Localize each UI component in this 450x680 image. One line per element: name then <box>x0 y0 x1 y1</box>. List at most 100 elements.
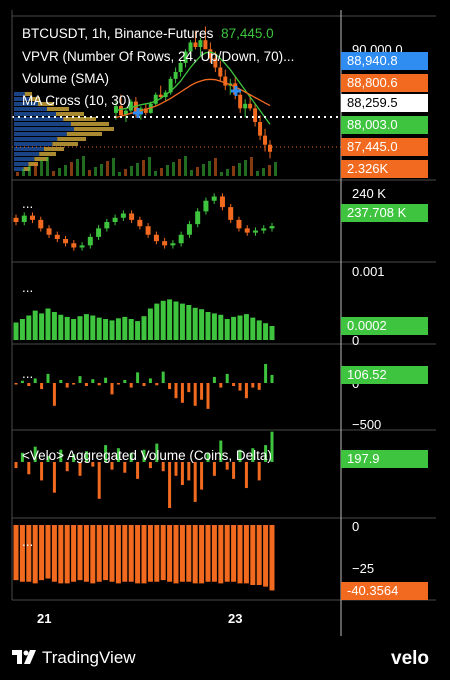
volume-bar <box>172 162 175 176</box>
pane6-bar <box>160 525 166 581</box>
pane3-bar <box>231 316 237 340</box>
pane4-bar <box>193 383 197 406</box>
volume-bar <box>40 160 43 176</box>
pane6-bar <box>39 525 45 581</box>
pane3-axis-top: 0.001 <box>352 264 385 279</box>
pane3-bar <box>243 314 249 340</box>
pane5-bar <box>52 462 56 493</box>
pane2-candle <box>54 234 60 239</box>
pane6-bar <box>103 525 109 581</box>
pane6-bar <box>186 525 192 582</box>
pane2-candle <box>120 213 126 218</box>
pane6-bar <box>64 525 70 584</box>
vpvr-row-up <box>14 127 74 131</box>
pane2-candle <box>228 207 234 220</box>
pane6-bar <box>243 525 249 584</box>
pane3-bar <box>147 308 153 340</box>
volume-sma-label[interactable]: Volume (SMA) <box>22 71 109 86</box>
volume-bar <box>202 164 205 176</box>
pane6-bar <box>83 525 89 582</box>
pane5-bar <box>110 462 114 470</box>
pane2-candle <box>211 196 217 201</box>
pane6-bar <box>71 525 77 582</box>
pane4-bar <box>52 383 56 406</box>
velo-wordmark[interactable]: velo <box>391 648 429 670</box>
volume-bar <box>160 168 163 176</box>
volume-bar <box>244 160 247 176</box>
vpvr-row-up <box>14 162 29 166</box>
vpvr-row-up <box>14 132 67 136</box>
time-tick-21: 21 <box>37 611 52 626</box>
pane3-bar <box>141 316 147 340</box>
pane3-bar <box>154 303 160 340</box>
pane2-menu[interactable]: ... <box>22 196 33 211</box>
pane5-bar <box>193 462 197 502</box>
pane3-bar <box>205 312 211 340</box>
pane3-axis-bottom: 0 <box>352 333 360 348</box>
pane6-bar <box>147 525 153 582</box>
pane4-menu[interactable]: ... <box>22 366 33 381</box>
pane2-candle <box>30 215 36 220</box>
vpvr-row-up <box>14 147 44 151</box>
pane5-bar <box>187 462 191 481</box>
pane6-bar <box>45 525 51 579</box>
pane3-bar <box>135 321 141 340</box>
pane3-bar <box>237 315 243 340</box>
volume-bar <box>70 162 73 176</box>
pane5-bar <box>232 462 236 479</box>
price-candle <box>263 135 268 145</box>
pane6-bar <box>205 525 211 582</box>
pane4-bar <box>232 383 236 387</box>
pane3-menu[interactable]: ... <box>22 280 33 295</box>
volume-bar <box>100 164 103 176</box>
price-candle <box>258 122 263 136</box>
pane2-candle <box>170 243 176 246</box>
tradingview-wordmark[interactable]: TradingView <box>42 648 136 668</box>
pane3-bar <box>199 309 205 340</box>
pane3-bar <box>90 315 96 340</box>
pane5-bar <box>200 462 204 490</box>
pane4-bar <box>257 383 261 390</box>
pane2-candle <box>63 239 69 244</box>
pane4-bar <box>251 383 255 388</box>
price-candle <box>193 42 198 47</box>
pane4-bar <box>97 383 101 386</box>
pane6-bar <box>256 525 262 585</box>
vpvr-row-up <box>14 142 53 146</box>
pane3-bar <box>13 322 19 340</box>
pane4-bar <box>264 364 268 383</box>
pane6-menu[interactable]: ... <box>22 534 33 549</box>
pane6-bar <box>263 525 269 587</box>
price-candle <box>223 76 228 86</box>
vpvr-label[interactable]: VPVR (Number Of Rows, 24, Up/Down, 70)..… <box>22 49 294 64</box>
pane3-bar <box>45 308 51 340</box>
ma-cross-label[interactable]: MA Cross (10, 30) <box>22 93 131 108</box>
pane6-bar <box>179 525 185 582</box>
vpvr-row-down <box>74 127 114 131</box>
pane3-bar <box>128 319 134 340</box>
pane5-value-tag: 197.9 <box>341 450 428 468</box>
volume-bar <box>178 159 181 176</box>
velo-volume-label[interactable]: <Velo> Aggregated Volume (Coins, Delta) <box>22 448 272 463</box>
pane4-bar <box>206 383 210 409</box>
pane4-bar <box>27 383 31 387</box>
pane2-candle <box>38 219 44 229</box>
pane6-bar <box>211 525 217 582</box>
pane6-bar <box>173 525 179 584</box>
volume-bar <box>232 166 235 176</box>
pane5-bar <box>97 462 101 499</box>
pane3-bar <box>51 312 57 340</box>
pane2-candle <box>79 245 85 248</box>
vpvr-row-up <box>14 122 71 126</box>
pane4-bar <box>72 383 76 385</box>
pane3-bar <box>250 317 256 340</box>
pane4-bar <box>59 379 63 383</box>
pane3-bar <box>122 316 128 340</box>
pane-4 <box>14 364 274 409</box>
pane4-bar <box>65 383 69 388</box>
pane-2 <box>13 193 275 251</box>
pane6-bar <box>269 525 275 591</box>
pane6-axis-mid: −25 <box>352 561 375 576</box>
pane5-bar <box>174 462 178 476</box>
pane3-bar <box>39 313 45 340</box>
